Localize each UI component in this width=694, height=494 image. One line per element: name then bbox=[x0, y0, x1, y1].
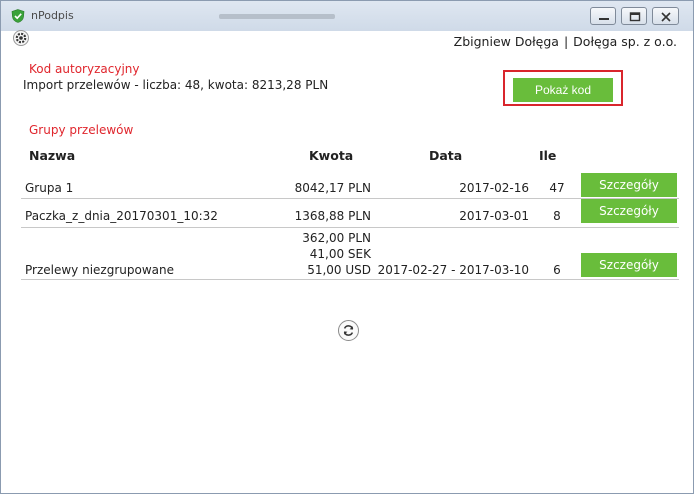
column-header-count: Ile bbox=[539, 148, 557, 163]
group-amount: 362,00 PLN bbox=[302, 231, 371, 245]
groups-title: Grupy przelewów bbox=[29, 123, 134, 137]
group-name: Przelewy niezgrupowane bbox=[25, 263, 174, 277]
details-button[interactable]: Szczegóły bbox=[581, 173, 677, 197]
import-summary: Import przelewów - liczba: 48, kwota: 82… bbox=[23, 78, 329, 92]
group-date: 2017-03-01 bbox=[459, 209, 529, 223]
table-row: Grupa 1 8042,17 PLN 2017-02-16 47 Szczeg… bbox=[21, 173, 679, 197]
minimize-button[interactable] bbox=[590, 7, 616, 25]
maximize-button[interactable] bbox=[621, 7, 647, 25]
window-title: nPodpis bbox=[31, 9, 74, 22]
row-divider bbox=[21, 279, 679, 280]
show-code-highlight: Pokaż kod bbox=[503, 70, 623, 106]
show-code-button[interactable]: Pokaż kod bbox=[513, 78, 613, 102]
group-name: Paczka_z_dnia_20170301_10:32 bbox=[25, 209, 218, 223]
redacted-title-bar-text bbox=[219, 14, 335, 19]
group-date: 2017-02-16 bbox=[459, 181, 529, 195]
group-name: Grupa 1 bbox=[25, 181, 74, 195]
column-header-name: Nazwa bbox=[29, 148, 76, 163]
group-count: 6 bbox=[553, 263, 561, 277]
details-button[interactable]: Szczegóły bbox=[581, 199, 677, 223]
maximize-icon bbox=[629, 12, 641, 22]
user-info: Zbigniew Dołęga | Dołęga sp. z o.o. bbox=[454, 34, 677, 49]
close-icon bbox=[661, 12, 671, 22]
user-separator: | bbox=[563, 34, 569, 49]
gear-icon[interactable] bbox=[13, 30, 29, 46]
minimize-icon bbox=[599, 18, 609, 20]
group-amount: 8042,17 PLN bbox=[294, 181, 371, 195]
group-count: 47 bbox=[549, 181, 565, 195]
group-count: 8 bbox=[553, 209, 561, 223]
column-header-amount: Kwota bbox=[309, 148, 354, 163]
table-row: Paczka_z_dnia_20170301_10:32 1368,88 PLN… bbox=[21, 199, 679, 225]
group-date: 2017-02-27 - 2017-03-10 bbox=[377, 263, 529, 277]
user-name: Zbigniew Dołęga bbox=[453, 34, 559, 49]
close-button[interactable] bbox=[652, 7, 679, 25]
auth-code-title: Kod autoryzacyjny bbox=[29, 62, 140, 76]
group-amount: 1368,88 PLN bbox=[294, 209, 371, 223]
title-bar[interactable]: nPodpis bbox=[1, 1, 693, 31]
company-name: Dołęga sp. z o.o. bbox=[573, 34, 677, 49]
details-button[interactable]: Szczegóły bbox=[581, 253, 677, 277]
group-amount: 41,00 SEK bbox=[309, 247, 371, 261]
app-window: nPodpis Zbigniew Dołęga | Dołęga sp. z o.o… bbox=[0, 0, 694, 494]
group-amount: 51,00 USD bbox=[307, 263, 371, 277]
refresh-icon bbox=[343, 325, 354, 336]
shield-check-icon bbox=[11, 9, 25, 23]
column-header-date: Data bbox=[429, 148, 463, 163]
refresh-button[interactable] bbox=[338, 320, 359, 341]
table-row: Przelewy niezgrupowane 362,00 PLN 41,00 … bbox=[21, 228, 679, 278]
